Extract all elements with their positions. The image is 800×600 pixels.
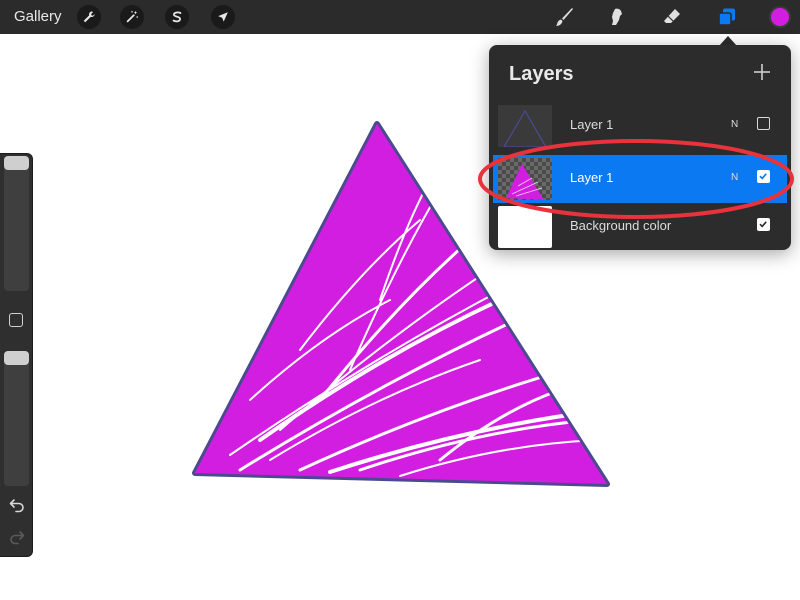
layers-icon[interactable] <box>714 4 740 30</box>
layer-thumbnail <box>498 105 552 147</box>
layer-name: Layer 1 <box>570 117 614 132</box>
layer-visibility-checkbox[interactable] <box>757 117 770 130</box>
procreate-app: Gallery Layers Layer 1 N Layer 1 N Backg… <box>0 0 800 600</box>
layer-name: Layer 1 <box>570 170 614 185</box>
brush-size-slider[interactable] <box>4 156 29 291</box>
plus-icon[interactable] <box>751 61 773 83</box>
layer-visibility-checkbox[interactable] <box>757 218 770 231</box>
blend-mode-button[interactable]: N <box>731 172 738 183</box>
eraser-icon[interactable] <box>659 4 685 30</box>
layer-thumbnail <box>498 158 552 200</box>
wrench-icon[interactable] <box>77 5 101 29</box>
opacity-thumb[interactable] <box>4 351 29 365</box>
selection-icon[interactable] <box>165 5 189 29</box>
layer-row-selected[interactable]: Layer 1 N <box>493 155 787 203</box>
left-sidebar <box>0 153 33 557</box>
layers-panel-title: Layers <box>509 63 574 85</box>
background-color-row[interactable]: Background color <box>493 203 787 251</box>
opacity-slider[interactable] <box>4 351 29 486</box>
blend-mode-button[interactable]: N <box>731 119 738 130</box>
brush-icon[interactable] <box>551 4 577 30</box>
brush-size-thumb[interactable] <box>4 156 29 170</box>
undo-icon[interactable] <box>8 497 26 513</box>
layer-visibility-checkbox[interactable] <box>757 170 770 183</box>
background-color-swatch[interactable] <box>498 206 552 248</box>
square-modify-icon[interactable] <box>9 313 23 327</box>
transform-arrow-icon[interactable] <box>211 5 235 29</box>
redo-icon[interactable] <box>8 529 26 545</box>
magic-wand-icon[interactable] <box>120 5 144 29</box>
smudge-icon[interactable] <box>604 4 630 30</box>
layer-row[interactable]: Layer 1 N <box>493 102 787 150</box>
top-toolbar: Gallery <box>0 0 800 34</box>
gallery-button[interactable]: Gallery <box>14 8 62 25</box>
color-picker-swatch[interactable] <box>769 6 791 28</box>
layers-panel: Layers Layer 1 N Layer 1 N Background co… <box>489 45 791 250</box>
layer-name: Background color <box>570 218 672 233</box>
